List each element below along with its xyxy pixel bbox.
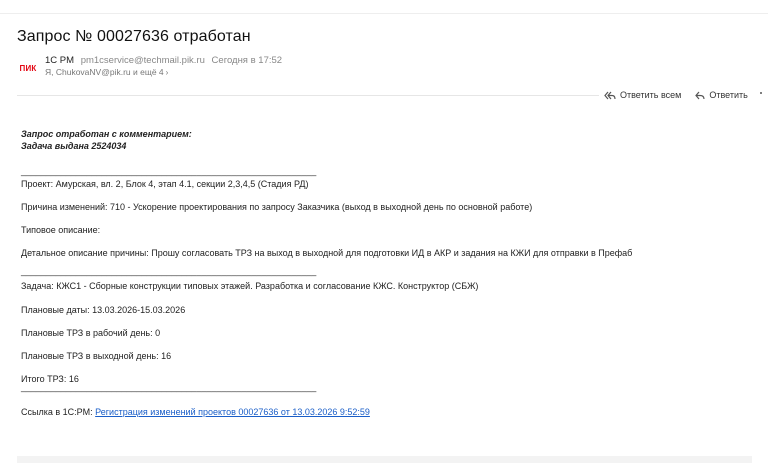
reply-label: Ответить (709, 90, 748, 100)
sender-email[interactable]: pm1cservice@techmail.pik.ru (81, 55, 205, 66)
detailed-description-line: Детальное описание причины: Прошу соглас… (21, 248, 633, 258)
sender-block: ПИК 1С PM pm1cservice@techmail.pik.ru Се… (17, 55, 283, 79)
separator-line-3: ________________________________________… (21, 382, 317, 392)
chevron-right-icon: › (165, 68, 169, 77)
reason-line: Причина изменений: 710 - Ускорение проек… (21, 202, 533, 212)
sender-name[interactable]: 1С PM (45, 55, 74, 66)
link-line: Ссылка в 1С:PM: Регистрация изменений пр… (21, 406, 370, 418)
reply-button[interactable]: Ответить (695, 90, 748, 100)
reply-all-label: Ответить всем (620, 90, 682, 100)
sender-meta: 1С PM pm1cservice@techmail.pik.ru Сегодн… (45, 55, 282, 79)
separator-line-1: ________________________________________… (21, 166, 317, 176)
recipients-toggle[interactable]: Я, ChukovaNV@pik.ru и ещё 4 › (45, 66, 282, 79)
reply-all-button[interactable]: Ответить всем (604, 90, 681, 100)
planned-dates-line: Плановые даты: 13.03.2026-15.03.2026 (21, 305, 186, 315)
recipients-list: Я, ChukovaNV@pik.ru и ещё 4 (45, 67, 164, 77)
top-toolbar-edge (0, 0, 768, 14)
more-actions-icon[interactable] (758, 89, 764, 101)
reply-all-icon (604, 91, 616, 99)
typical-description-line: Типовое описание: (21, 225, 101, 235)
request-link[interactable]: Регистрация изменений проектов 00027636 … (95, 407, 370, 417)
project-line: Проект: Амурская, вл. 2, Блок 4, этап 4.… (21, 179, 309, 189)
email-body: Запрос отработан с комментарием: Задача … (21, 128, 741, 417)
task-line: Задача: КЖС1 - Сборные конструкции типов… (21, 281, 479, 291)
header-divider (17, 95, 599, 96)
email-date: Сегодня в 17:52 (211, 55, 283, 66)
bottom-panel-edge (17, 456, 752, 463)
separator-line-2: ________________________________________… (21, 266, 317, 276)
reply-actions: Ответить всем Ответить (604, 89, 764, 101)
trz-workday-line: Плановые ТРЗ в рабочий день: 0 (21, 328, 161, 338)
sender-logo: ПИК (19, 63, 37, 73)
body-heading-2: Задача выдана 2524034 (21, 141, 127, 151)
link-prefix: Ссылка в 1С:PM: (21, 407, 96, 417)
email-subject: Запрос № 00027636 отработан (17, 28, 251, 45)
reply-icon (695, 91, 705, 99)
trz-weekend-line: Плановые ТРЗ в выходной день: 16 (21, 351, 172, 361)
body-heading-1: Запрос отработан с комментарием: (21, 129, 192, 139)
